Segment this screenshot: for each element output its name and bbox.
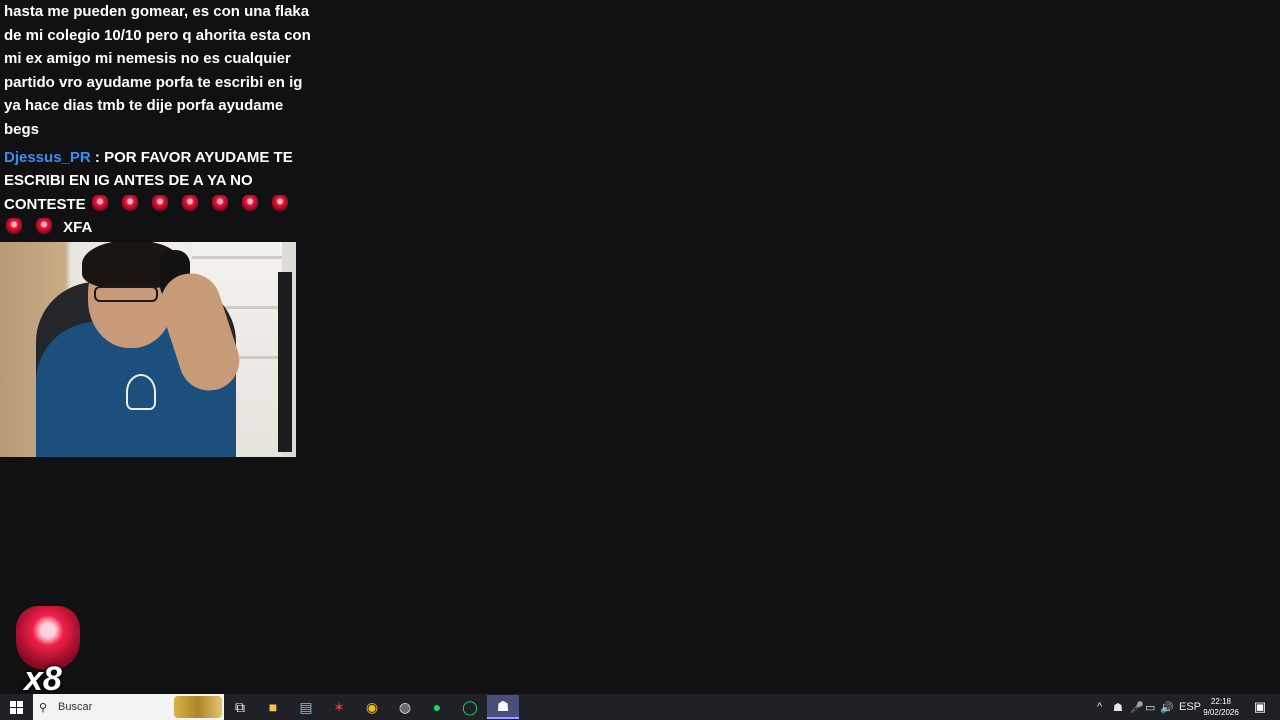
search-placeholder: Buscar	[58, 701, 93, 713]
red-gem-emote-icon	[181, 194, 198, 211]
chat-message: hasta me pueden gomear, es con una flaka…	[4, 0, 316, 142]
glasses	[94, 286, 158, 302]
windows-taskbar: ⚲ Buscar ⧉ ■ ▤ ✶ ◉ ◍ ● ◯ ☗ ^ ☗ 🎤 ▭ 🔊 ESP…	[0, 694, 1280, 720]
discord-tray-icon[interactable]: ☗	[1113, 694, 1123, 720]
red-gem-emote-icon	[241, 194, 258, 211]
obs-icon[interactable]: ◍	[394, 697, 416, 717]
notepad-icon[interactable]: ▤	[295, 697, 317, 717]
tray-chevron-icon[interactable]: ^	[1097, 694, 1109, 720]
streamer-webcam	[0, 242, 296, 457]
red-gem-emote-icon	[91, 194, 108, 211]
chat-message-trailing: XFA	[63, 219, 93, 237]
whatsapp-icon[interactable]: ◯	[459, 697, 481, 717]
discord-icon[interactable]: ☗	[487, 695, 519, 719]
notification-center-icon[interactable]: ▣	[1250, 697, 1270, 717]
search-highlight-image	[174, 696, 222, 718]
red-gem-emote-icon	[121, 194, 138, 211]
red-gem-emote-icon	[36, 218, 52, 235]
task-view-icon[interactable]: ⧉	[229, 697, 251, 717]
spotify-icon[interactable]: ●	[426, 697, 448, 717]
windows-start-button[interactable]	[0, 694, 32, 720]
chrome-icon[interactable]: ◉	[361, 697, 383, 717]
microphone-icon[interactable]: 🎤	[1130, 694, 1144, 720]
chat-username[interactable]: Djessus_PR	[4, 149, 91, 166]
search-icon: ⚲	[39, 701, 48, 714]
taskbar-search-box[interactable]: ⚲ Buscar	[33, 694, 224, 720]
clock-time: 22:18	[1210, 697, 1232, 706]
taskbar-clock[interactable]: 22:18 9/02/2026	[1196, 696, 1246, 718]
chat-message: Djessus_PR : POR FAVOR AYUDAME TE ESCRIB…	[4, 146, 316, 240]
gem-count: x8	[24, 660, 62, 698]
chat-separator: :	[94, 148, 100, 166]
red-gem-emote-icon	[151, 194, 168, 211]
windows-logo-icon	[9, 700, 23, 714]
file-explorer-icon[interactable]: ■	[262, 697, 284, 717]
clock-date: 9/02/2026	[1203, 708, 1239, 717]
app-red-icon[interactable]: ✶	[328, 697, 350, 717]
volume-icon[interactable]: 🔊	[1160, 694, 1174, 720]
network-icon[interactable]: ▭	[1145, 694, 1155, 720]
camera-stand	[278, 272, 292, 452]
red-gem-emote-icon	[6, 218, 22, 235]
red-gem-emote-icon	[211, 194, 228, 211]
gem-counter-badge: x8	[14, 606, 82, 696]
red-gem-emote-icon	[271, 194, 288, 211]
shirt-logo	[126, 374, 156, 410]
chat-message-text: hasta me pueden gomear, es con una flaka…	[4, 3, 311, 138]
chat-overlay: hasta me pueden gomear, es con una flaka…	[4, 0, 316, 240]
